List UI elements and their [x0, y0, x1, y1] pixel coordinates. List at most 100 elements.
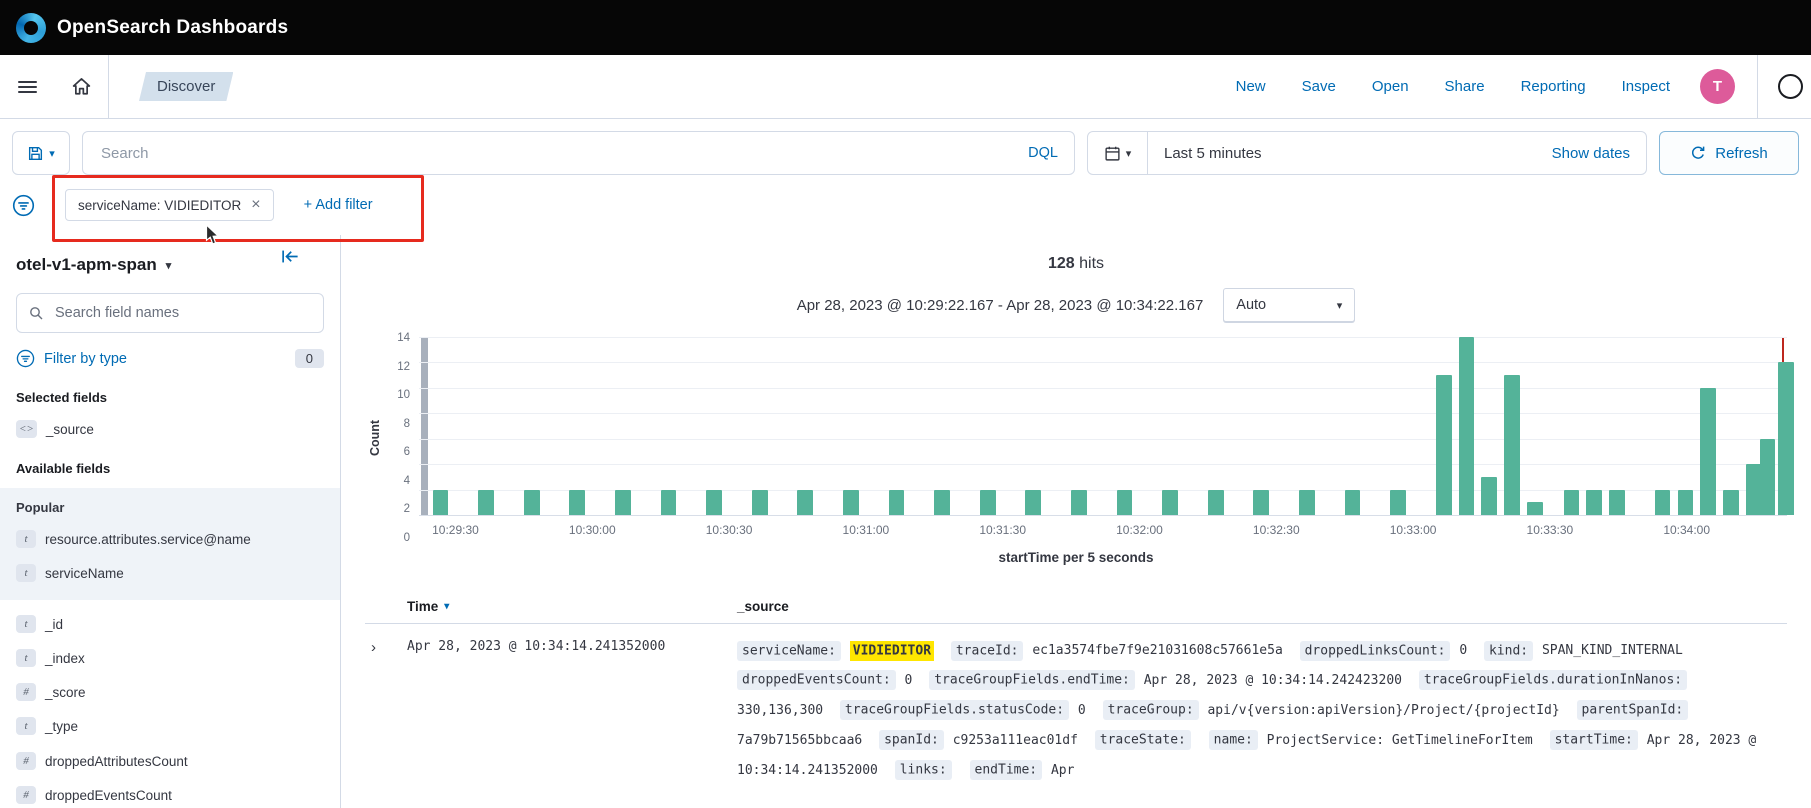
nav-link-new[interactable]: New — [1236, 78, 1266, 95]
field-item-_source[interactable]: <>_source — [16, 420, 324, 439]
source-field-value: c9253a111eac01df — [953, 733, 1078, 748]
histogram-bar[interactable] — [889, 490, 905, 515]
histogram-bar[interactable] — [615, 490, 631, 515]
remove-filter-icon[interactable]: × — [251, 197, 260, 213]
histogram-bar[interactable] — [478, 490, 494, 515]
source-field-key: traceGroupFields.endTime: — [929, 670, 1135, 690]
histogram-bar[interactable] — [524, 490, 540, 515]
histogram-bar[interactable] — [1609, 490, 1625, 515]
histogram-bar[interactable] — [1253, 490, 1269, 515]
histogram-bar[interactable] — [1162, 490, 1178, 515]
histogram-bar[interactable] — [843, 490, 859, 515]
histogram-bar[interactable] — [706, 490, 722, 515]
popular-fields-panel: Popular tresource.attributes.service@nam… — [0, 488, 340, 599]
field-search-input[interactable] — [53, 304, 312, 322]
menu-button[interactable] — [0, 55, 54, 118]
field-name: droppedAttributesCount — [45, 752, 188, 771]
time-column-label: Time — [407, 599, 438, 614]
histogram-bar[interactable] — [1299, 490, 1315, 515]
histogram-bar[interactable] — [661, 490, 677, 515]
results-table: Time ▾ _source › Apr 28, 2023 @ 10:34:14… — [365, 589, 1787, 785]
x-axis: 10:29:3010:30:0010:30:3010:31:0010:31:30… — [419, 516, 1787, 538]
histogram-bar[interactable] — [1723, 490, 1739, 515]
histogram-bar[interactable] — [1071, 490, 1087, 515]
field-type-icon: t — [16, 717, 36, 735]
app-title: OpenSearch Dashboards — [57, 17, 288, 39]
histogram-bar[interactable] — [934, 490, 950, 515]
histogram-bar[interactable] — [1208, 490, 1224, 515]
nav-link-open[interactable]: Open — [1372, 78, 1409, 95]
source-column-header[interactable]: _source — [737, 599, 1787, 614]
histogram-bar[interactable] — [1778, 362, 1794, 515]
avatar[interactable]: T — [1700, 69, 1735, 104]
source-field-key: name: — [1209, 730, 1258, 750]
histogram-bar[interactable] — [1459, 337, 1475, 515]
nav-link-share[interactable]: Share — [1445, 78, 1485, 95]
field-item-serviceName[interactable]: tserviceName — [16, 564, 324, 583]
source-field-key: endTime: — [970, 760, 1043, 780]
saved-query-button[interactable]: ▾ — [12, 131, 70, 175]
discover-main: 128 hits Apr 28, 2023 @ 10:29:22.167 - A… — [341, 235, 1811, 808]
collapse-left-icon — [281, 247, 300, 266]
nav-link-inspect[interactable]: Inspect — [1622, 78, 1670, 95]
source-field-value: 7a79b71565bbcaa6 — [737, 733, 862, 748]
source-field-key: droppedLinksCount: — [1300, 641, 1451, 661]
index-pattern-switcher[interactable]: otel-v1-apm-span ▾ — [16, 255, 324, 275]
field-item-_id[interactable]: t_id — [16, 615, 324, 634]
histogram-bar[interactable] — [980, 490, 996, 515]
filter-set-menu-button[interactable] — [12, 194, 35, 217]
nav-link-save[interactable]: Save — [1302, 78, 1336, 95]
histogram-bar[interactable] — [752, 490, 768, 515]
field-item-droppedAttributesCount[interactable]: #droppedAttributesCount — [16, 752, 324, 771]
source-field-key: traceGroupFields.durationInNanos: — [1419, 670, 1687, 690]
interval-select[interactable]: Auto ▾ — [1223, 288, 1355, 322]
add-filter-button[interactable]: + Add filter — [304, 197, 373, 213]
refresh-button[interactable]: Refresh — [1659, 131, 1799, 175]
x-tick-label: 10:31:00 — [843, 523, 890, 537]
gridline-y-6 — [419, 439, 1787, 440]
time-range-button[interactable]: Last 5 minutes — [1148, 145, 1278, 162]
field-item-droppedEventsCount[interactable]: #droppedEventsCount — [16, 786, 324, 805]
chart-time-range: Apr 28, 2023 @ 10:29:22.167 - Apr 28, 20… — [797, 297, 1204, 314]
histogram-bar[interactable] — [1345, 490, 1361, 515]
expand-row-icon[interactable]: › — [365, 636, 407, 785]
date-quick-select-button[interactable]: ▾ — [1088, 132, 1148, 174]
x-tick-label: 10:33:00 — [1390, 523, 1437, 537]
query-language-button[interactable]: DQL — [1028, 145, 1058, 161]
histogram-bar[interactable] — [1527, 502, 1543, 515]
y-tick-label: 0 — [404, 532, 410, 544]
histogram-bar[interactable] — [1760, 439, 1776, 515]
collapse-sidebar-button[interactable] — [281, 247, 300, 266]
app-menu-icon[interactable] — [1778, 74, 1803, 99]
histogram-bar[interactable] — [569, 490, 585, 515]
histogram-bar[interactable] — [1564, 490, 1580, 515]
histogram-bar[interactable] — [1700, 388, 1716, 515]
histogram-bar[interactable] — [1655, 490, 1671, 515]
field-item-_type[interactable]: t_type — [16, 717, 324, 736]
filter-pill-servicename[interactable]: serviceName: VIDIEDITOR × — [65, 189, 274, 221]
available-fields-list: t_id t_index #_score t_type #droppedAttribut… — [16, 615, 324, 805]
histogram-bar[interactable] — [1504, 375, 1520, 515]
field-item-resource.attributes.service@name[interactable]: tresource.attributes.service@name — [16, 530, 324, 549]
filter-by-type-button[interactable]: Filter by type 0 — [16, 349, 324, 368]
histogram-bar[interactable] — [1586, 490, 1602, 515]
histogram-bar[interactable] — [1117, 490, 1133, 515]
field-type-icon: t — [16, 564, 36, 582]
histogram-bar[interactable] — [797, 490, 813, 515]
breadcrumb-discover[interactable]: Discover — [139, 72, 233, 101]
field-item-_score[interactable]: #_score — [16, 683, 324, 702]
time-column-header[interactable]: Time ▾ — [407, 599, 737, 614]
field-item-_index[interactable]: t_index — [16, 649, 324, 668]
histogram-bar[interactable] — [1025, 490, 1041, 515]
histogram-bar[interactable] — [1436, 375, 1452, 515]
histogram-bar[interactable] — [1678, 490, 1694, 515]
search-input[interactable] — [99, 144, 1018, 163]
calendar-icon — [1104, 145, 1121, 162]
histogram-bar[interactable] — [433, 490, 449, 515]
gridline-y-4 — [419, 464, 1787, 465]
nav-link-reporting[interactable]: Reporting — [1521, 78, 1586, 95]
histogram-bar[interactable] — [1481, 477, 1497, 515]
histogram-bar[interactable] — [1390, 490, 1406, 515]
show-dates-button[interactable]: Show dates — [1552, 145, 1646, 162]
home-button[interactable] — [54, 55, 108, 118]
